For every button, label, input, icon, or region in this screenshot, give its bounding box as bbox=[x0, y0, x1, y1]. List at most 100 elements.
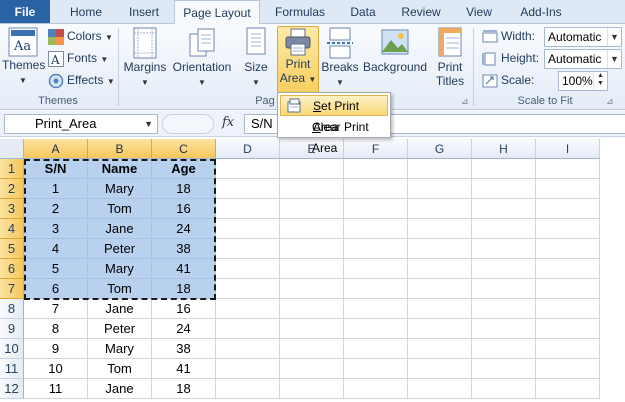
cell-d1[interactable] bbox=[216, 159, 280, 179]
cell-g3[interactable] bbox=[408, 199, 472, 219]
cell-e2[interactable] bbox=[280, 179, 344, 199]
tab-view[interactable]: View bbox=[454, 0, 504, 24]
cell-h7[interactable] bbox=[472, 279, 536, 299]
cell-g11[interactable] bbox=[408, 359, 472, 379]
column-header-i[interactable]: I bbox=[536, 139, 600, 159]
fx-icon[interactable]: fx bbox=[222, 115, 234, 130]
cell-d5[interactable] bbox=[216, 239, 280, 259]
tab-page-layout[interactable]: Page Layout bbox=[174, 0, 260, 25]
row-header-9[interactable]: 9 bbox=[0, 319, 24, 339]
set-print-area-item[interactable]: Set Print Area bbox=[280, 95, 388, 134]
cell-f3[interactable] bbox=[344, 199, 408, 219]
cell-c10[interactable]: 38 bbox=[152, 339, 216, 359]
select-all-corner[interactable] bbox=[0, 139, 24, 159]
cell-i9[interactable] bbox=[536, 319, 600, 339]
tab-home[interactable]: Home bbox=[58, 0, 114, 24]
cell-f6[interactable] bbox=[344, 259, 408, 279]
fonts-button[interactable]: A Fonts ▼ bbox=[48, 48, 108, 68]
row-header-3[interactable]: 3 bbox=[0, 199, 24, 219]
orientation-button[interactable]: Orientation ▼ bbox=[170, 26, 234, 88]
cell-e5[interactable] bbox=[280, 239, 344, 259]
row-header-1[interactable]: 1 bbox=[0, 159, 24, 179]
cell-a10[interactable]: 9 bbox=[24, 339, 88, 359]
row-header-7[interactable]: 7 bbox=[0, 279, 24, 299]
cell-h11[interactable] bbox=[472, 359, 536, 379]
cell-h3[interactable] bbox=[472, 199, 536, 219]
cell-a4[interactable]: 3 bbox=[24, 219, 88, 239]
column-header-d[interactable]: D bbox=[216, 139, 280, 159]
cell-f7[interactable] bbox=[344, 279, 408, 299]
cell-d6[interactable] bbox=[216, 259, 280, 279]
cell-i2[interactable] bbox=[536, 179, 600, 199]
clear-print-area-item[interactable]: Clear Print Area bbox=[280, 117, 388, 155]
size-button[interactable]: Size ▼ bbox=[238, 26, 274, 88]
cell-c7[interactable]: 18 bbox=[152, 279, 216, 299]
cell-h9[interactable] bbox=[472, 319, 536, 339]
cell-f1[interactable] bbox=[344, 159, 408, 179]
cell-b11[interactable]: Tom bbox=[88, 359, 152, 379]
cell-e8[interactable] bbox=[280, 299, 344, 319]
cell-c8[interactable]: 16 bbox=[152, 299, 216, 319]
cell-h12[interactable] bbox=[472, 379, 536, 399]
cell-c12[interactable]: 18 bbox=[152, 379, 216, 399]
print-area-button[interactable]: Print Area ▼ bbox=[277, 26, 319, 94]
cell-e9[interactable] bbox=[280, 319, 344, 339]
cell-f11[interactable] bbox=[344, 359, 408, 379]
cell-b9[interactable]: Peter bbox=[88, 319, 152, 339]
cell-b6[interactable]: Mary bbox=[88, 259, 152, 279]
cell-b1[interactable]: Name bbox=[88, 159, 152, 179]
cell-d8[interactable] bbox=[216, 299, 280, 319]
cell-f8[interactable] bbox=[344, 299, 408, 319]
scale-dialog-launcher-icon[interactable]: ⊿ bbox=[606, 96, 614, 107]
cell-i3[interactable] bbox=[536, 199, 600, 219]
scale-spinner[interactable]: 100% ▲ ▼ bbox=[558, 71, 608, 91]
cell-g8[interactable] bbox=[408, 299, 472, 319]
row-header-10[interactable]: 10 bbox=[0, 339, 24, 359]
cell-i5[interactable] bbox=[536, 239, 600, 259]
cell-i8[interactable] bbox=[536, 299, 600, 319]
cell-d12[interactable] bbox=[216, 379, 280, 399]
name-box[interactable]: Print_Area ▼ bbox=[4, 114, 158, 134]
formula-bar-resize-handle[interactable] bbox=[162, 114, 214, 134]
cell-c9[interactable]: 24 bbox=[152, 319, 216, 339]
cell-a6[interactable]: 5 bbox=[24, 259, 88, 279]
cell-a2[interactable]: 1 bbox=[24, 179, 88, 199]
cell-g5[interactable] bbox=[408, 239, 472, 259]
cell-h5[interactable] bbox=[472, 239, 536, 259]
row-header-4[interactable]: 4 bbox=[0, 219, 24, 239]
cell-i1[interactable] bbox=[536, 159, 600, 179]
cell-c2[interactable]: 18 bbox=[152, 179, 216, 199]
cell-a12[interactable]: 11 bbox=[24, 379, 88, 399]
column-header-g[interactable]: G bbox=[408, 139, 472, 159]
cell-g12[interactable] bbox=[408, 379, 472, 399]
cell-d3[interactable] bbox=[216, 199, 280, 219]
cell-g7[interactable] bbox=[408, 279, 472, 299]
row-header-8[interactable]: 8 bbox=[0, 299, 24, 319]
cell-d10[interactable] bbox=[216, 339, 280, 359]
cell-f12[interactable] bbox=[344, 379, 408, 399]
chevron-down-icon[interactable]: ▼ bbox=[144, 115, 153, 133]
cell-a1[interactable]: S/N bbox=[24, 159, 88, 179]
cell-f2[interactable] bbox=[344, 179, 408, 199]
cell-a8[interactable]: 7 bbox=[24, 299, 88, 319]
cell-c1[interactable]: Age bbox=[152, 159, 216, 179]
cell-e11[interactable] bbox=[280, 359, 344, 379]
cell-a3[interactable]: 2 bbox=[24, 199, 88, 219]
height-select[interactable]: Automatic ▼ bbox=[544, 49, 622, 69]
cell-b7[interactable]: Tom bbox=[88, 279, 152, 299]
row-header-11[interactable]: 11 bbox=[0, 359, 24, 379]
cell-c11[interactable]: 41 bbox=[152, 359, 216, 379]
cell-b4[interactable]: Jane bbox=[88, 219, 152, 239]
tab-file[interactable]: File bbox=[0, 0, 50, 23]
row-header-6[interactable]: 6 bbox=[0, 259, 24, 279]
cell-e6[interactable] bbox=[280, 259, 344, 279]
cell-d7[interactable] bbox=[216, 279, 280, 299]
cell-h2[interactable] bbox=[472, 179, 536, 199]
cell-f9[interactable] bbox=[344, 319, 408, 339]
cell-a11[interactable]: 10 bbox=[24, 359, 88, 379]
cell-i12[interactable] bbox=[536, 379, 600, 399]
colors-button[interactable]: Colors ▼ bbox=[48, 26, 113, 46]
cell-d4[interactable] bbox=[216, 219, 280, 239]
column-header-h[interactable]: H bbox=[472, 139, 536, 159]
cell-g9[interactable] bbox=[408, 319, 472, 339]
